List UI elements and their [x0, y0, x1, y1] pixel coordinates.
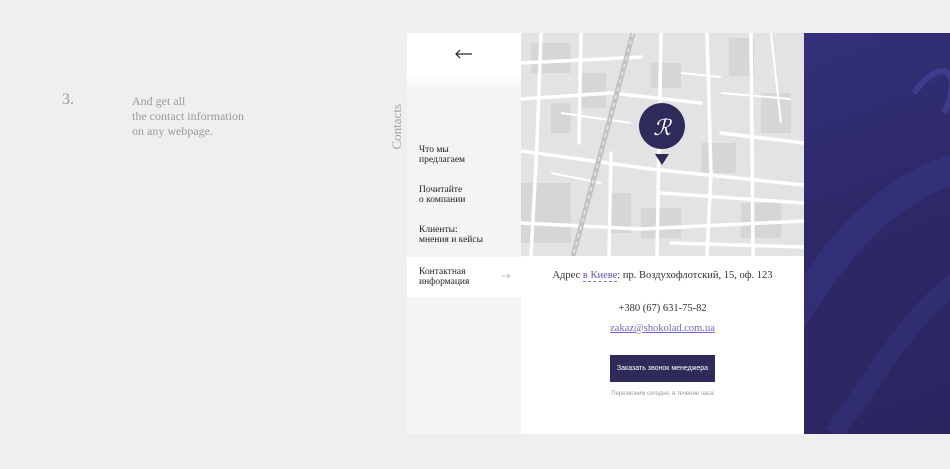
step-number: 3.	[62, 91, 74, 108]
city-link[interactable]: в Киеве	[582, 270, 618, 282]
sidebar-item-label: Клиенты:	[419, 225, 458, 235]
address-prefix: Адрес	[552, 270, 581, 281]
address-text: : пр. Воздухофлотский, 15, оф. 123	[617, 270, 773, 281]
step-description-line: the contact information	[132, 109, 244, 123]
location-map[interactable]: ℛ	[521, 33, 804, 256]
request-call-button[interactable]: Заказать звонок менеджера	[610, 355, 715, 382]
sidebar-item-label: Что мы	[419, 145, 449, 155]
address-line: Адрес в Киеве: пр. Воздухофлотский, 15, …	[521, 270, 804, 282]
callback-note: Перезвоним сегодня, в течение часа	[611, 391, 714, 397]
map-canvas: ℛ	[521, 33, 804, 256]
step-description-line: on any webpage.	[132, 124, 213, 138]
phone-number[interactable]: +380 (67) 631-75-82	[521, 303, 804, 314]
sidebar-item-clients[interactable]: Клиенты: мнения и кейсы	[407, 215, 521, 255]
sidebar-item-about[interactable]: Почитайте о компании	[407, 175, 521, 215]
svg-text:ℛ: ℛ	[653, 115, 672, 140]
sidebar-item-label: предлагаем	[419, 155, 466, 165]
section-label: Contacts	[389, 104, 404, 150]
sidebar-item-label: Почитайте	[419, 185, 463, 195]
brand-panel	[804, 33, 950, 434]
sidebar: Что мы предлагаем Почитайте о компании К…	[407, 33, 521, 434]
sidebar-item-label: мнения и кейсы	[419, 235, 483, 245]
contact-info: Адрес в Киеве: пр. Воздухофлотский, 15, …	[521, 256, 804, 434]
arrow-right-icon	[501, 273, 511, 279]
contact-card: Что мы предлагаем Почитайте о компании К…	[407, 33, 804, 434]
sidebar-item-label: о компании	[419, 195, 466, 205]
arrow-left-icon	[455, 49, 472, 58]
step-description: And get all the contact information on a…	[132, 94, 312, 139]
sidebar-item-offer[interactable]: Что мы предлагаем	[407, 135, 521, 175]
step-description-line: And get all	[132, 94, 186, 108]
email-link[interactable]: zakaz@shokolad.com.ua	[521, 323, 804, 334]
back-button[interactable]	[407, 33, 521, 74]
sidebar-item-contacts[interactable]: Контактная информация	[407, 257, 521, 297]
brand-watermark	[804, 68, 950, 434]
